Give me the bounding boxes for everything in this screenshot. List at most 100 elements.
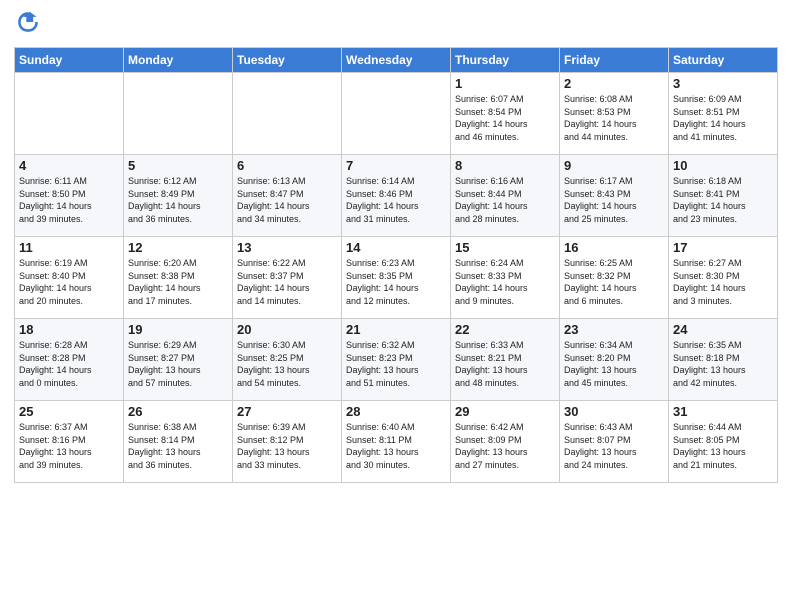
calendar-cell: 13Sunrise: 6:22 AM Sunset: 8:37 PM Dayli… [233, 237, 342, 319]
calendar-cell: 28 Sunrise: 6:40 AM Sunset: 8:11 PM Dayli… [342, 401, 451, 483]
calendar-cell: 20 Sunrise: 6:30 AM Sunset: 8:25 PM Dayli… [233, 319, 342, 401]
calendar-cell: 10 Sunrise: 6:18 AM Sunset: 8:41 PM Dayli… [669, 155, 778, 237]
cell-content: Sunrise: 6:19 AM Sunset: 8:40 PM Dayligh… [19, 257, 119, 307]
calendar-week-row: 18 Sunrise: 6:28 AM Sunset: 8:28 PM Dayli… [15, 319, 778, 401]
day-number: 19 [128, 322, 228, 337]
calendar-week-row: 4 Sunrise: 6:11 AM Sunset: 8:50 PM Daylig… [15, 155, 778, 237]
cell-content: Sunrise: 6:09 AM Sunset: 8:51 PM Dayligh… [673, 93, 773, 143]
cell-content: Sunrise: 6:28 AM Sunset: 8:28 PM Dayligh… [19, 339, 119, 389]
calendar-cell: 18 Sunrise: 6:28 AM Sunset: 8:28 PM Dayli… [15, 319, 124, 401]
cell-content: Sunrise: 6:43 AM Sunset: 8:07 PM Dayligh… [564, 421, 664, 471]
calendar-cell: 16Sunrise: 6:25 AM Sunset: 8:32 PM Dayli… [560, 237, 669, 319]
header-area [14, 10, 778, 39]
calendar-cell [124, 73, 233, 155]
calendar-cell: 9 Sunrise: 6:17 AM Sunset: 8:43 PM Daylig… [560, 155, 669, 237]
cell-content: Sunrise: 6:29 AM Sunset: 8:27 PM Dayligh… [128, 339, 228, 389]
day-number: 18 [19, 322, 119, 337]
day-number: 22 [455, 322, 555, 337]
calendar-container: SundayMondayTuesdayWednesdayThursdayFrid… [0, 0, 792, 491]
calendar-cell: 17Sunrise: 6:27 AM Sunset: 8:30 PM Dayli… [669, 237, 778, 319]
calendar-cell: 11 Sunrise: 6:19 AM Sunset: 8:40 PM Dayli… [15, 237, 124, 319]
cell-content: Sunrise: 6:33 AM Sunset: 8:21 PM Dayligh… [455, 339, 555, 389]
calendar-header: SundayMondayTuesdayWednesdayThursdayFrid… [15, 48, 778, 73]
day-number: 8 [455, 158, 555, 173]
calendar-cell: 19 Sunrise: 6:29 AM Sunset: 8:27 PM Dayli… [124, 319, 233, 401]
day-number: 1 [455, 76, 555, 91]
day-number: 21 [346, 322, 446, 337]
day-number: 23 [564, 322, 664, 337]
cell-content: Sunrise: 6:08 AM Sunset: 8:53 PM Dayligh… [564, 93, 664, 143]
cell-content: Sunrise: 6:23 AM Sunset: 8:35 PM Dayligh… [346, 257, 446, 307]
calendar-body: 1 Sunrise: 6:07 AM Sunset: 8:54 PM Daylig… [15, 73, 778, 483]
day-number: 30 [564, 404, 664, 419]
calendar-table: SundayMondayTuesdayWednesdayThursdayFrid… [14, 47, 778, 483]
calendar-week-row: 1 Sunrise: 6:07 AM Sunset: 8:54 PM Daylig… [15, 73, 778, 155]
day-number: 31 [673, 404, 773, 419]
calendar-cell: 27Sunrise: 6:39 AM Sunset: 8:12 PM Dayli… [233, 401, 342, 483]
cell-content: Sunrise: 6:07 AM Sunset: 8:54 PM Dayligh… [455, 93, 555, 143]
weekday-header: Tuesday [233, 48, 342, 73]
calendar-cell: 2 Sunrise: 6:08 AM Sunset: 8:53 PM Daylig… [560, 73, 669, 155]
calendar-cell: 21Sunrise: 6:32 AM Sunset: 8:23 PM Dayli… [342, 319, 451, 401]
cell-content: Sunrise: 6:11 AM Sunset: 8:50 PM Dayligh… [19, 175, 119, 225]
calendar-cell: 4 Sunrise: 6:11 AM Sunset: 8:50 PM Daylig… [15, 155, 124, 237]
cell-content: Sunrise: 6:16 AM Sunset: 8:44 PM Dayligh… [455, 175, 555, 225]
calendar-cell: 14Sunrise: 6:23 AM Sunset: 8:35 PM Dayli… [342, 237, 451, 319]
cell-content: Sunrise: 6:30 AM Sunset: 8:25 PM Dayligh… [237, 339, 337, 389]
cell-content: Sunrise: 6:13 AM Sunset: 8:47 PM Dayligh… [237, 175, 337, 225]
cell-content: Sunrise: 6:44 AM Sunset: 8:05 PM Dayligh… [673, 421, 773, 471]
day-number: 28 [346, 404, 446, 419]
day-number: 12 [128, 240, 228, 255]
calendar-week-row: 11 Sunrise: 6:19 AM Sunset: 8:40 PM Dayli… [15, 237, 778, 319]
calendar-cell: 29 Sunrise: 6:42 AM Sunset: 8:09 PM Dayli… [451, 401, 560, 483]
day-number: 2 [564, 76, 664, 91]
weekday-header: Friday [560, 48, 669, 73]
cell-content: Sunrise: 6:40 AM Sunset: 8:11 PM Dayligh… [346, 421, 446, 471]
calendar-cell: 31 Sunrise: 6:44 AM Sunset: 8:05 PM Dayli… [669, 401, 778, 483]
day-number: 6 [237, 158, 337, 173]
day-number: 24 [673, 322, 773, 337]
cell-content: Sunrise: 6:12 AM Sunset: 8:49 PM Dayligh… [128, 175, 228, 225]
calendar-cell: 26Sunrise: 6:38 AM Sunset: 8:14 PM Dayli… [124, 401, 233, 483]
day-number: 20 [237, 322, 337, 337]
calendar-cell [342, 73, 451, 155]
logo [14, 10, 40, 39]
cell-content: Sunrise: 6:38 AM Sunset: 8:14 PM Dayligh… [128, 421, 228, 471]
calendar-cell [15, 73, 124, 155]
cell-content: Sunrise: 6:42 AM Sunset: 8:09 PM Dayligh… [455, 421, 555, 471]
day-number: 11 [19, 240, 119, 255]
calendar-cell: 5 Sunrise: 6:12 AM Sunset: 8:49 PM Daylig… [124, 155, 233, 237]
calendar-cell: 1 Sunrise: 6:07 AM Sunset: 8:54 PM Daylig… [451, 73, 560, 155]
calendar-cell: 30 Sunrise: 6:43 AM Sunset: 8:07 PM Dayli… [560, 401, 669, 483]
weekday-header: Wednesday [342, 48, 451, 73]
day-number: 5 [128, 158, 228, 173]
cell-content: Sunrise: 6:17 AM Sunset: 8:43 PM Dayligh… [564, 175, 664, 225]
logo-icon [16, 10, 40, 34]
calendar-week-row: 25 Sunrise: 6:37 AM Sunset: 8:16 PM Dayli… [15, 401, 778, 483]
day-number: 16 [564, 240, 664, 255]
day-number: 29 [455, 404, 555, 419]
weekday-header: Thursday [451, 48, 560, 73]
calendar-cell: 24Sunrise: 6:35 AM Sunset: 8:18 PM Dayli… [669, 319, 778, 401]
day-number: 3 [673, 76, 773, 91]
day-number: 13 [237, 240, 337, 255]
day-number: 10 [673, 158, 773, 173]
cell-content: Sunrise: 6:20 AM Sunset: 8:38 PM Dayligh… [128, 257, 228, 307]
day-number: 7 [346, 158, 446, 173]
calendar-cell: 8 Sunrise: 6:16 AM Sunset: 8:44 PM Daylig… [451, 155, 560, 237]
calendar-cell: 3 Sunrise: 6:09 AM Sunset: 8:51 PM Daylig… [669, 73, 778, 155]
calendar-cell: 25 Sunrise: 6:37 AM Sunset: 8:16 PM Dayli… [15, 401, 124, 483]
weekday-header: Saturday [669, 48, 778, 73]
cell-content: Sunrise: 6:24 AM Sunset: 8:33 PM Dayligh… [455, 257, 555, 307]
day-number: 4 [19, 158, 119, 173]
day-number: 9 [564, 158, 664, 173]
day-number: 27 [237, 404, 337, 419]
cell-content: Sunrise: 6:14 AM Sunset: 8:46 PM Dayligh… [346, 175, 446, 225]
cell-content: Sunrise: 6:18 AM Sunset: 8:41 PM Dayligh… [673, 175, 773, 225]
cell-content: Sunrise: 6:37 AM Sunset: 8:16 PM Dayligh… [19, 421, 119, 471]
cell-content: Sunrise: 6:27 AM Sunset: 8:30 PM Dayligh… [673, 257, 773, 307]
day-number: 15 [455, 240, 555, 255]
calendar-cell: 22 Sunrise: 6:33 AM Sunset: 8:21 PM Dayli… [451, 319, 560, 401]
cell-content: Sunrise: 6:34 AM Sunset: 8:20 PM Dayligh… [564, 339, 664, 389]
day-number: 25 [19, 404, 119, 419]
